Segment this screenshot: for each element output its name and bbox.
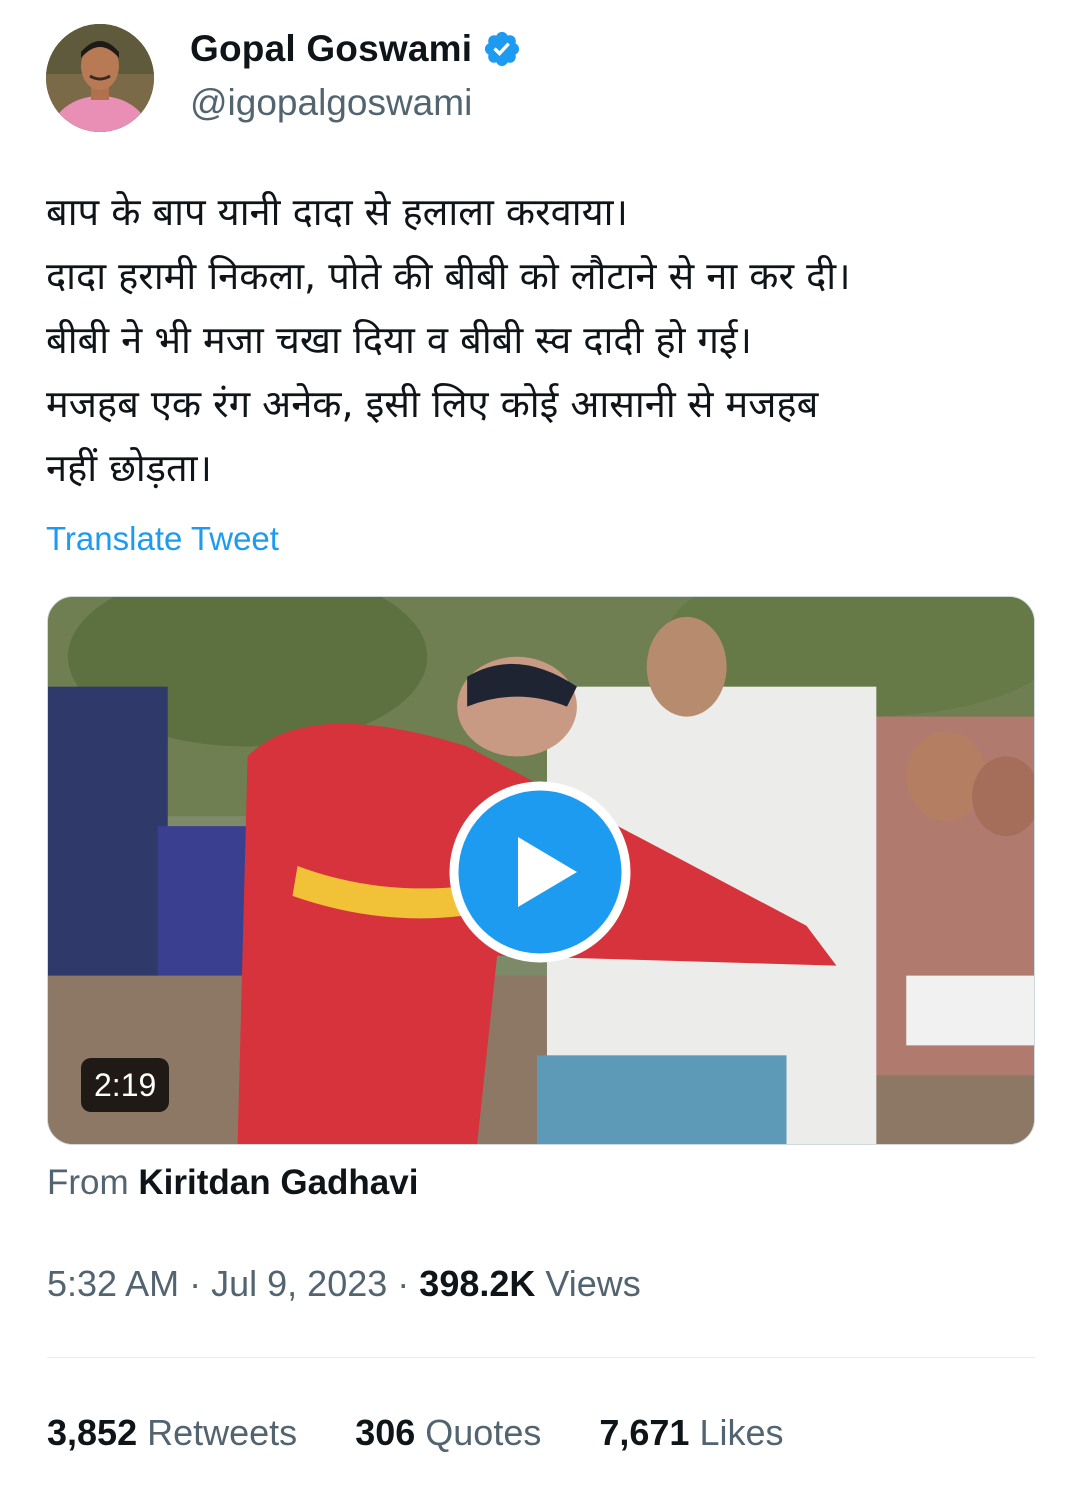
views-count: 398.2K xyxy=(419,1263,536,1304)
retweets-count: 3,852 xyxy=(47,1412,138,1453)
quotes-label: Quotes xyxy=(425,1412,542,1453)
video-source: From Kiritdan Gadhavi xyxy=(47,1163,418,1203)
tweet-stats: 3,852 Retweets 306 Quotes 7,671 Likes xyxy=(47,1412,842,1454)
avatar-photo xyxy=(46,24,154,132)
likes-stat[interactable]: 7,671 Likes xyxy=(599,1412,783,1454)
likes-count: 7,671 xyxy=(599,1412,690,1453)
play-icon[interactable] xyxy=(449,781,631,963)
quotes-count: 306 xyxy=(355,1412,416,1453)
likes-label: Likes xyxy=(699,1412,784,1453)
quotes-stat[interactable]: 306 Quotes xyxy=(355,1412,541,1454)
retweets-stat[interactable]: 3,852 Retweets xyxy=(47,1412,297,1454)
tweet-meta: 5:32 AM · Jul 9, 2023 · 398.2K Views xyxy=(47,1263,641,1305)
tweet-time[interactable]: 5:32 AM xyxy=(47,1263,179,1304)
divider xyxy=(47,1357,1035,1358)
source-author-link[interactable]: Kiritdan Gadhavi xyxy=(138,1163,418,1202)
meta-separator: · xyxy=(189,1263,202,1304)
tweet-date[interactable]: Jul 9, 2023 xyxy=(211,1263,387,1304)
tweet-header: Gopal Goswami @igopalgoswami xyxy=(46,22,1036,132)
retweets-label: Retweets xyxy=(147,1412,298,1453)
source-prefix: From xyxy=(47,1163,129,1202)
views-label: Views xyxy=(545,1263,641,1304)
video-duration-badge: 2:19 xyxy=(81,1058,170,1112)
author-name-row: Gopal Goswami xyxy=(190,28,522,70)
verified-badge-icon xyxy=(485,31,520,67)
author-display-name[interactable]: Gopal Goswami xyxy=(190,28,472,70)
translate-tweet-link[interactable]: Translate Tweet xyxy=(46,520,279,558)
tweet-text: बाप के बाप यानी दादा से हलाला करवाया। दा… xyxy=(46,190,851,490)
author-handle[interactable]: @igopalgoswami xyxy=(190,82,472,124)
author-avatar[interactable] xyxy=(46,24,154,132)
meta-separator: · xyxy=(397,1263,410,1304)
